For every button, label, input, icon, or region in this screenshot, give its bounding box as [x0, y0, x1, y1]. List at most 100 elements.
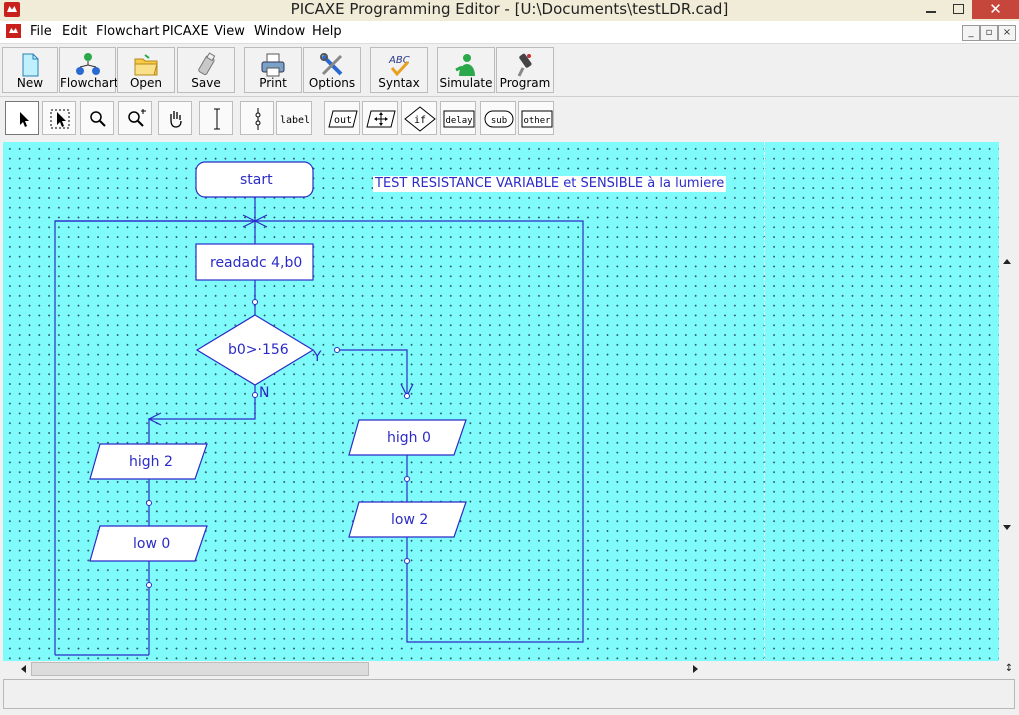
- decision-label: b0>·156: [228, 342, 289, 358]
- move-shape-button[interactable]: [362, 101, 398, 135]
- child-restore-button[interactable]: ▫: [980, 25, 998, 41]
- comment-label[interactable]: TEST RESISTANCE VARIABLE et SENSIBLE à l…: [373, 176, 727, 192]
- label-tool-button[interactable]: label: [276, 101, 312, 135]
- save-button[interactable]: Save: [177, 47, 235, 93]
- maximize-button[interactable]: [945, 0, 972, 19]
- open-folder-icon: [134, 54, 158, 76]
- move-cross-icon: [366, 110, 396, 128]
- low0-label: low 0: [133, 536, 171, 552]
- flowchart-diagram: [54, 161, 584, 656]
- decision-diamond-icon: if: [404, 106, 436, 132]
- menu-help[interactable]: Help: [312, 24, 342, 39]
- menu-window[interactable]: Window: [254, 24, 305, 39]
- scroll-right-icon[interactable]: [693, 665, 698, 673]
- zoom-area-tool-button[interactable]: [118, 101, 152, 135]
- options-button[interactable]: Options: [303, 47, 361, 93]
- select-tool-button[interactable]: [5, 101, 39, 135]
- simulate-button[interactable]: Simulate: [437, 47, 495, 93]
- delay-box-icon: delay: [443, 110, 475, 128]
- hand-pan-icon: [170, 111, 182, 128]
- options-label: Options: [308, 76, 356, 90]
- area-select-icon: [50, 109, 70, 129]
- out-shape-button[interactable]: out: [324, 101, 360, 135]
- if-shape-button[interactable]: if: [401, 101, 437, 135]
- label-icon: label: [280, 115, 310, 126]
- no-label: N: [259, 385, 270, 401]
- output-parallelogram-icon: out: [328, 110, 358, 128]
- flowchart-button[interactable]: Flowchart: [59, 47, 119, 93]
- open-button[interactable]: Open: [117, 47, 175, 93]
- menu-flowchart[interactable]: Flowchart: [96, 24, 159, 39]
- syntax-label: Syntax: [378, 76, 420, 90]
- open-label: Open: [129, 76, 163, 90]
- tools-icon: [320, 53, 343, 76]
- start-label: start: [240, 172, 273, 188]
- zoom-tool-button[interactable]: [80, 101, 114, 135]
- child-close-button[interactable]: ×: [998, 25, 1016, 41]
- other-shape-text: other: [523, 116, 551, 126]
- vertical-scrollbar[interactable]: [999, 142, 1019, 661]
- pan-tool-button[interactable]: [158, 101, 192, 135]
- new-label: New: [16, 76, 44, 90]
- high2-label: high 2: [129, 454, 173, 470]
- status-bar: [3, 679, 1015, 709]
- subroutine-icon: sub: [484, 110, 514, 128]
- simulate-person-icon: [455, 54, 475, 76]
- line-tool-button[interactable]: [199, 101, 233, 135]
- yes-label: Y: [313, 349, 322, 365]
- main-toolbar: New Flowchart Open Save Print Options AB…: [0, 44, 1019, 97]
- flowchart-icon: [75, 53, 100, 75]
- sub-shape-text: sub: [491, 116, 507, 126]
- sub-shape-button[interactable]: sub: [480, 101, 516, 135]
- connector-tool-icon: [255, 108, 261, 130]
- new-file-icon: [22, 53, 39, 77]
- scroll-corner: ↕: [999, 661, 1019, 677]
- connector-tool-button[interactable]: [240, 101, 274, 135]
- area-select-tool-button[interactable]: [42, 101, 76, 135]
- window-title: PICAXE Programming Editor - [U:\Document…: [290, 0, 729, 18]
- scroll-left-icon[interactable]: [21, 665, 26, 673]
- flowchart-label: Flowchart: [60, 76, 119, 90]
- zoom-icon: [90, 111, 106, 127]
- menu-bar: File Edit Flowchart PICAXE View Window H…: [0, 21, 1019, 44]
- printer-icon: [261, 53, 285, 77]
- program-button[interactable]: Program: [496, 47, 554, 93]
- readadc-label: readadc 4,b0: [210, 255, 303, 271]
- out-shape-text: out: [334, 115, 352, 126]
- if-shape-text: if: [414, 115, 426, 126]
- new-button[interactable]: New: [2, 47, 58, 93]
- program-cable-icon: [517, 53, 532, 77]
- title-bar: PICAXE Programming Editor - [U:\Document…: [0, 0, 1019, 21]
- flowchart-toolbar: label out if delay sub other: [0, 97, 1019, 142]
- close-icon: ✕: [989, 0, 1002, 18]
- menu-file[interactable]: File: [30, 24, 52, 39]
- menu-view[interactable]: View: [214, 24, 245, 39]
- horizontal-scroll-thumb[interactable]: [31, 662, 369, 676]
- scroll-up-icon[interactable]: [1003, 259, 1011, 264]
- zoom-area-icon: [128, 109, 146, 127]
- syntax-button[interactable]: ABC Syntax: [370, 47, 428, 93]
- other-box-icon: other: [521, 110, 553, 128]
- simulate-label: Simulate: [439, 76, 493, 90]
- flowchart-canvas[interactable]: start TEST RESISTANCE VARIABLE et SENSIB…: [3, 142, 999, 661]
- scroll-down-icon[interactable]: [1003, 525, 1011, 530]
- menu-edit[interactable]: Edit: [62, 24, 87, 39]
- close-button[interactable]: ✕: [972, 0, 1019, 19]
- label-tool-text: label: [280, 115, 310, 126]
- delay-shape-text: delay: [445, 116, 473, 126]
- document-icon[interactable]: [6, 24, 21, 38]
- line-tool-icon: [214, 108, 220, 130]
- high0-label: high 0: [387, 430, 431, 446]
- print-button[interactable]: Print: [244, 47, 302, 93]
- arrow-pointer-icon: [20, 112, 29, 127]
- save-usb-icon: [198, 52, 216, 76]
- delay-shape-button[interactable]: delay: [440, 101, 476, 135]
- child-minimize-button[interactable]: _: [962, 25, 980, 41]
- menu-picaxe[interactable]: PICAXE: [162, 24, 209, 39]
- print-label: Print: [259, 76, 287, 90]
- minimize-button[interactable]: [917, 0, 945, 19]
- other-shape-button[interactable]: other: [518, 101, 554, 135]
- low2-label: low 2: [391, 512, 429, 528]
- horizontal-scrollbar[interactable]: [3, 661, 999, 677]
- save-label: Save: [191, 76, 221, 90]
